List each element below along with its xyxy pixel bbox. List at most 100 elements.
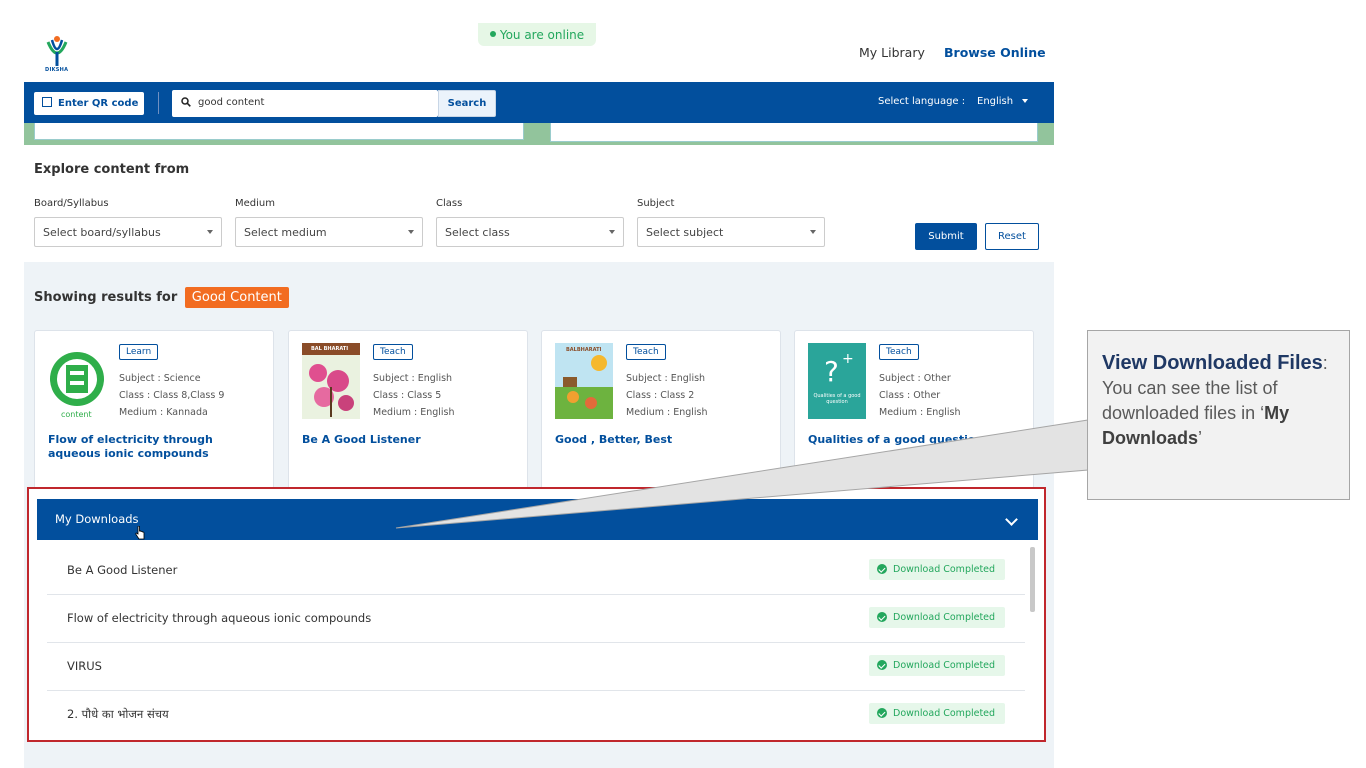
app-window: DIKSHA You are online My Library Browse … [24, 18, 1054, 768]
content-card[interactable]: ? + Qualities of a good question Teach S… [794, 330, 1034, 500]
callout-title-suffix: : [1322, 353, 1328, 373]
medium-select[interactable]: Select medium [235, 217, 423, 247]
download-status-badge: Download Completed [869, 655, 1005, 676]
search-input[interactable]: good content [172, 90, 438, 117]
content-card[interactable]: BALBHARATI Teach Subject : English Class… [541, 330, 781, 500]
caret-down-icon [609, 230, 615, 234]
search-button[interactable]: Search [438, 90, 496, 117]
my-downloads-header[interactable]: My Downloads [37, 499, 1038, 540]
my-downloads-title: My Downloads [55, 512, 139, 526]
card-title[interactable]: Be A Good Listener [302, 433, 517, 447]
card-title[interactable]: Qualities of a good question [808, 433, 1023, 447]
chevron-down-icon[interactable] [1005, 513, 1018, 526]
callout-box: View Downloaded Files: You can see the l… [1087, 330, 1350, 500]
callout-body-prefix: You can see the list of downloaded files… [1102, 378, 1278, 423]
card-subject: Subject : English [626, 373, 706, 384]
card-subject: Subject : Science [119, 373, 201, 384]
subject-filter-label: Subject [637, 198, 675, 209]
qr-button-label: Enter QR code [58, 98, 139, 109]
card-title[interactable]: Good , Better, Best [555, 433, 770, 447]
check-circle-icon [877, 660, 887, 670]
check-circle-icon [877, 564, 887, 574]
download-row[interactable]: Be A Good Listener Download Completed [47, 547, 1025, 595]
content-card[interactable]: content Learn Subject : Science Class : … [34, 330, 274, 500]
query-badge: Good Content [184, 287, 289, 308]
callout-body-suffix: ’ [1198, 428, 1203, 448]
card-thumbnail [555, 343, 613, 419]
downloads-scrollbar[interactable] [1030, 547, 1035, 612]
subject-select[interactable]: Select subject [637, 217, 825, 247]
top-navbar: Enter QR code good content Search Select… [24, 82, 1054, 123]
hand-cursor-icon [135, 526, 145, 540]
banner-strip [24, 123, 1054, 145]
card-class: Class : Other [879, 390, 941, 401]
language-value: English [977, 96, 1014, 107]
check-circle-icon [877, 612, 887, 622]
class-select[interactable]: Select class [436, 217, 624, 247]
online-status-badge: You are online [478, 23, 596, 46]
download-name: Be A Good Listener [67, 563, 178, 577]
banner-card-right [550, 123, 1038, 142]
online-dot-icon [489, 31, 496, 37]
submit-button[interactable]: Submit [915, 223, 977, 250]
download-row[interactable]: 2. पौधे का भोजन संचय Download Completed [47, 691, 1025, 739]
medium-filter: Medium Select medium [235, 198, 423, 247]
card-class: Class : Class 8,Class 9 [119, 390, 225, 401]
card-tag: Learn [119, 344, 159, 360]
chevron-down-icon [1022, 99, 1029, 103]
card-thumb-caption: Qualities of a good question [813, 393, 861, 405]
download-status-badge: Download Completed [869, 703, 1005, 724]
card-title[interactable]: Flow of electricity through aqueous ioni… [48, 433, 263, 461]
card-medium: Medium : English [626, 407, 708, 418]
download-row[interactable]: Flow of electricity through aqueous ioni… [47, 595, 1025, 643]
diksha-logo[interactable] [42, 32, 72, 72]
logo-text: DIKSHA [45, 67, 69, 73]
content-card[interactable]: BAL BHARATI Teach Subject : English Clas… [288, 330, 528, 500]
card-thumbnail [302, 343, 360, 419]
card-subject: Subject : Other [879, 373, 951, 384]
caret-down-icon [207, 230, 213, 234]
download-name: 2. पौधे का भोजन संचय [67, 707, 169, 721]
board-filter-label: Board/Syllabus [34, 198, 109, 209]
check-circle-icon [877, 708, 887, 718]
download-status-badge: Download Completed [869, 559, 1005, 580]
my-downloads-panel: My Downloads Be A Good Listener Download… [27, 487, 1046, 742]
card-subject: Subject : English [373, 373, 453, 384]
class-filter-label: Class [436, 198, 463, 209]
browse-online-link[interactable]: Browse Online [944, 45, 1046, 60]
enter-qr-code-button[interactable]: Enter QR code [34, 92, 144, 115]
caret-down-icon [810, 230, 816, 234]
qr-code-icon [42, 97, 52, 107]
download-row[interactable]: VIRUS Download Completed [47, 643, 1025, 691]
nav-divider [158, 92, 159, 114]
card-medium: Medium : English [879, 407, 961, 418]
search-icon [181, 97, 191, 107]
download-status-badge: Download Completed [869, 607, 1005, 628]
card-thumb-caption: content [61, 410, 92, 419]
search-input-value: good content [198, 97, 265, 108]
downloads-list: Be A Good Listener Download Completed Fl… [47, 547, 1025, 739]
card-tag: Teach [626, 344, 666, 360]
explore-title: Explore content from [34, 162, 190, 177]
svg-text:?: ? [824, 355, 839, 388]
card-thumb-caption: BALBHARATI [566, 347, 602, 353]
card-thumb-caption: BAL BHARATI [311, 346, 349, 352]
results-prefix: Showing results for [34, 290, 178, 305]
board-select[interactable]: Select board/syllabus [34, 217, 222, 247]
card-medium: Medium : Kannada [119, 407, 208, 418]
language-select[interactable]: English [977, 96, 1029, 107]
board-filter: Board/Syllabus Select board/syllabus [34, 198, 222, 247]
online-status-text: You are online [499, 28, 585, 42]
subject-select-placeholder: Select subject [646, 226, 724, 239]
my-library-link[interactable]: My Library [859, 45, 925, 60]
download-status-text: Download Completed [893, 564, 996, 575]
download-name: VIRUS [67, 659, 102, 673]
subject-filter: Subject Select subject [637, 198, 825, 247]
class-select-placeholder: Select class [445, 226, 510, 239]
reset-button[interactable]: Reset [985, 223, 1039, 250]
svg-text:+: + [842, 351, 854, 367]
card-thumbnail [48, 343, 106, 419]
language-label: Select language : [878, 96, 966, 107]
banner-card-left [34, 123, 524, 140]
card-class: Class : Class 5 [373, 390, 442, 401]
